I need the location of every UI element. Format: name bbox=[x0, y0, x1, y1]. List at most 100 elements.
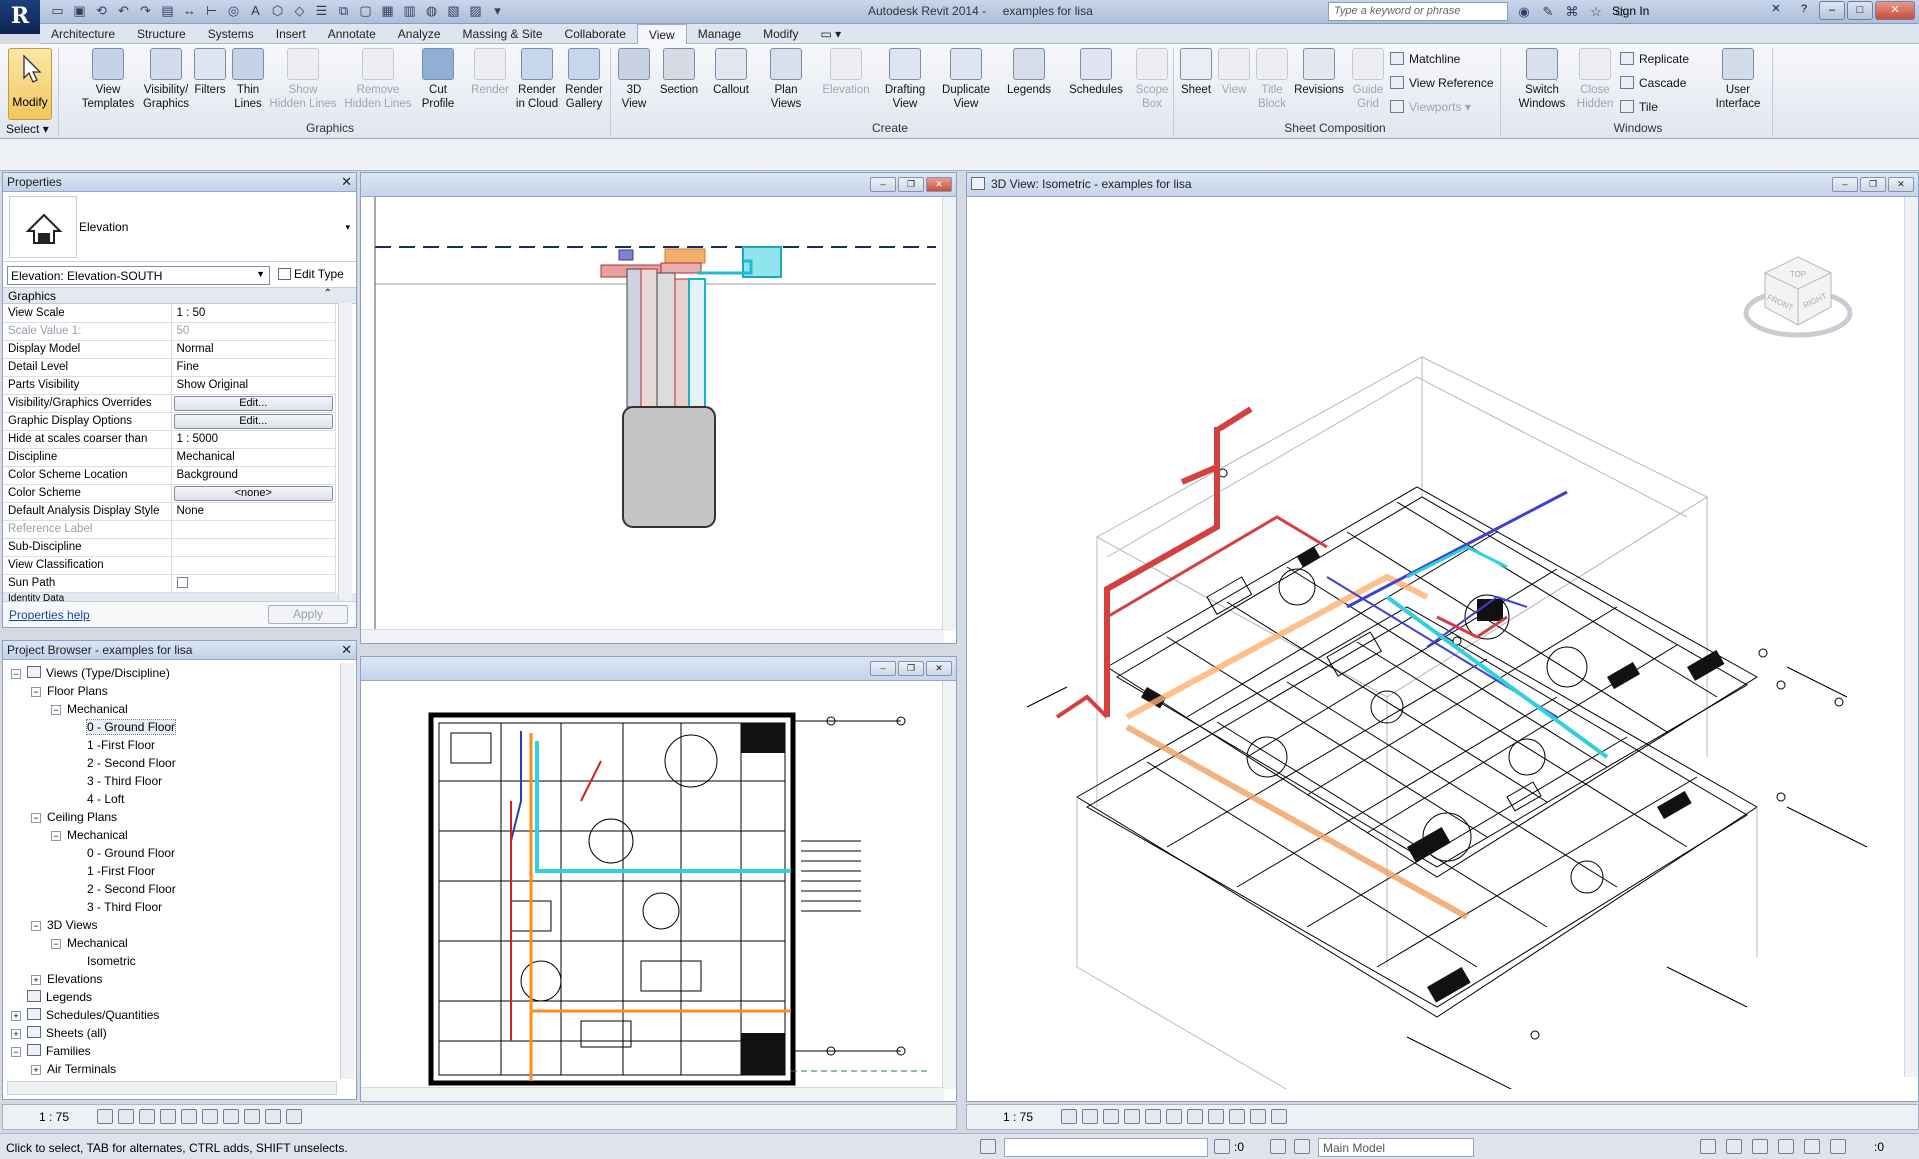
browser-item[interactable]: 0 - Ground Floor bbox=[71, 844, 175, 862]
title-block-button[interactable]: Title Block bbox=[1254, 48, 1290, 111]
collapse-icon[interactable]: − bbox=[11, 1047, 21, 1057]
property-edit-button[interactable]: <none> bbox=[173, 485, 333, 501]
select-by-face-icon[interactable] bbox=[1778, 1139, 1794, 1154]
measure-icon[interactable]: ↔ bbox=[180, 2, 199, 20]
properties-help-link[interactable]: Properties help bbox=[9, 608, 90, 622]
view-restore-button[interactable]: ❐ bbox=[898, 177, 924, 192]
exchange-icon[interactable]: ✕ bbox=[1763, 1, 1789, 20]
property-edit-button[interactable]: Edit... bbox=[173, 395, 333, 411]
tab-analyze[interactable]: Analyze bbox=[387, 24, 452, 44]
detail-level-3d-icon[interactable] bbox=[1061, 1109, 1077, 1124]
visual-style-3d-icon[interactable] bbox=[1082, 1109, 1098, 1124]
browser-item[interactable]: − Mechanical bbox=[51, 826, 128, 844]
save-icon[interactable]: ▣ bbox=[70, 2, 89, 20]
browser-vertical-scrollbar[interactable] bbox=[340, 663, 354, 1079]
select-underlay-icon[interactable] bbox=[1726, 1139, 1742, 1154]
close-button[interactable]: ✕ bbox=[1875, 1, 1915, 20]
binoculars-icon[interactable]: ◉ bbox=[1514, 2, 1534, 21]
tab-manage[interactable]: Manage bbox=[687, 24, 752, 44]
editing-requests-icon[interactable] bbox=[1214, 1139, 1230, 1154]
tab-view[interactable]: View bbox=[636, 24, 687, 44]
collapse-icon[interactable]: − bbox=[31, 921, 41, 931]
render-cloud-button[interactable]: Render in Cloud bbox=[512, 48, 562, 111]
collapse-icon[interactable]: − bbox=[51, 939, 61, 949]
duplicate-view-button[interactable]: Duplicate View bbox=[936, 48, 996, 111]
properties-scrollbar[interactable] bbox=[338, 303, 352, 603]
worksets-icon[interactable] bbox=[980, 1139, 996, 1154]
drag-elements-icon[interactable] bbox=[1804, 1139, 1820, 1154]
sign-in-link[interactable]: Sign In bbox=[1612, 4, 1649, 18]
property-value[interactable]: Show Original bbox=[171, 376, 336, 395]
component-icon[interactable]: ▨ bbox=[466, 2, 485, 20]
open-icon[interactable]: ▭ bbox=[48, 2, 67, 20]
view-reference-button[interactable]: View Reference bbox=[1390, 74, 1494, 92]
3d-view-window[interactable]: 3D View: Isometric - examples for lisa –… bbox=[966, 172, 1919, 1102]
legends-button[interactable]: Legends bbox=[1002, 48, 1056, 97]
browser-horizontal-scrollbar[interactable] bbox=[7, 1081, 337, 1095]
property-value[interactable]: Edit... bbox=[171, 412, 336, 431]
tab-massing-site[interactable]: Massing & Site bbox=[452, 24, 554, 44]
elevation-vertical-scrollbar[interactable] bbox=[942, 197, 956, 631]
tab-structure[interactable]: Structure bbox=[126, 24, 197, 44]
main-model-icon[interactable] bbox=[1294, 1139, 1310, 1154]
minimize-button[interactable]: – bbox=[1819, 1, 1845, 20]
browser-item[interactable]: + Schedules/Quantities bbox=[11, 1006, 159, 1024]
3d-minimize-button[interactable]: – bbox=[1832, 177, 1858, 192]
sync-icon[interactable]: ⟲ bbox=[92, 2, 111, 20]
tile-button[interactable]: Tile bbox=[1620, 98, 1658, 116]
thin-lines-button[interactable]: Thin Lines bbox=[228, 48, 268, 111]
browser-item[interactable]: + Elevations bbox=[31, 970, 102, 988]
plan-views-button[interactable]: Plan Views bbox=[764, 48, 808, 111]
qat-dropdown-icon[interactable]: ▾ bbox=[488, 2, 507, 20]
collapse-icon[interactable]: − bbox=[31, 813, 41, 823]
expand-icon[interactable]: + bbox=[11, 1029, 21, 1039]
view-close-button[interactable]: ✕ bbox=[926, 177, 952, 192]
browser-item[interactable]: − Mechanical bbox=[51, 934, 128, 952]
viewports-button[interactable]: Viewports ▾ bbox=[1390, 98, 1471, 116]
select-links-icon[interactable] bbox=[1700, 1139, 1716, 1154]
render-3d-icon[interactable] bbox=[1145, 1109, 1161, 1124]
browser-item[interactable]: + Air Terminals bbox=[31, 1060, 116, 1078]
cloud-icon[interactable]: ◍ bbox=[422, 2, 441, 20]
section-icon[interactable]: ◇ bbox=[290, 2, 309, 20]
scope-box-button[interactable]: Scope Box bbox=[1132, 48, 1172, 111]
text-icon[interactable]: A bbox=[246, 2, 265, 20]
tab-modify[interactable]: Modify bbox=[752, 24, 809, 44]
type-dropdown-icon[interactable]: ▾ bbox=[345, 222, 350, 233]
view-minimize-button[interactable]: – bbox=[870, 177, 896, 192]
analysis-3d-icon[interactable] bbox=[1250, 1109, 1266, 1124]
collapse-icon[interactable]: − bbox=[31, 687, 41, 697]
browser-item[interactable]: − Ceiling Plans bbox=[31, 808, 117, 826]
property-value[interactable] bbox=[171, 556, 336, 575]
close-hidden-button[interactable]: Close Hidden bbox=[1572, 48, 1618, 111]
property-edit-button[interactable]: Edit... bbox=[173, 413, 333, 429]
search-input[interactable]: Type a keyword or phrase bbox=[1328, 2, 1508, 21]
project-browser-close-icon[interactable]: ✕ bbox=[341, 642, 352, 658]
visual-style-icon[interactable] bbox=[118, 1109, 134, 1124]
reveal-hidden-icon[interactable] bbox=[244, 1109, 260, 1124]
workset-select[interactable] bbox=[1004, 1138, 1208, 1157]
browser-item[interactable]: −3D Views bbox=[31, 916, 97, 934]
sun-path-icon[interactable] bbox=[139, 1109, 155, 1124]
design-options-icon[interactable] bbox=[1270, 1139, 1286, 1154]
properties-close-icon[interactable]: ✕ bbox=[341, 174, 352, 190]
user-interface-button[interactable]: User Interface bbox=[1710, 48, 1766, 111]
constraints-3d-icon[interactable] bbox=[1271, 1109, 1287, 1124]
property-value[interactable]: <none> bbox=[171, 484, 336, 503]
sun-path-3d-icon[interactable] bbox=[1103, 1109, 1119, 1124]
expand-icon[interactable]: + bbox=[11, 1011, 21, 1021]
guide-grid-button[interactable]: Guide Grid bbox=[1350, 48, 1386, 111]
view-icon[interactable]: ▥ bbox=[400, 2, 419, 20]
apply-button[interactable]: Apply bbox=[268, 605, 348, 624]
tab-collaborate[interactable]: Collaborate bbox=[554, 24, 637, 44]
browser-item[interactable]: 0 - Ground Floor bbox=[71, 718, 177, 736]
sheet-button[interactable]: Sheet bbox=[1176, 48, 1216, 97]
visibility-graphics-button[interactable]: Visibility/Graphics bbox=[136, 48, 196, 111]
browser-item[interactable]: 2 - Second Floor bbox=[71, 880, 176, 898]
switch-windows-icon[interactable]: ▢ bbox=[356, 2, 375, 20]
expand-icon[interactable]: + bbox=[31, 1065, 41, 1075]
filters-button[interactable]: Filters bbox=[190, 48, 230, 97]
browser-item[interactable]: − Views (Type/Discipline) bbox=[11, 664, 170, 682]
revit-logo-icon[interactable]: R bbox=[0, 0, 40, 34]
plan-close-button[interactable]: ✕ bbox=[926, 661, 952, 676]
